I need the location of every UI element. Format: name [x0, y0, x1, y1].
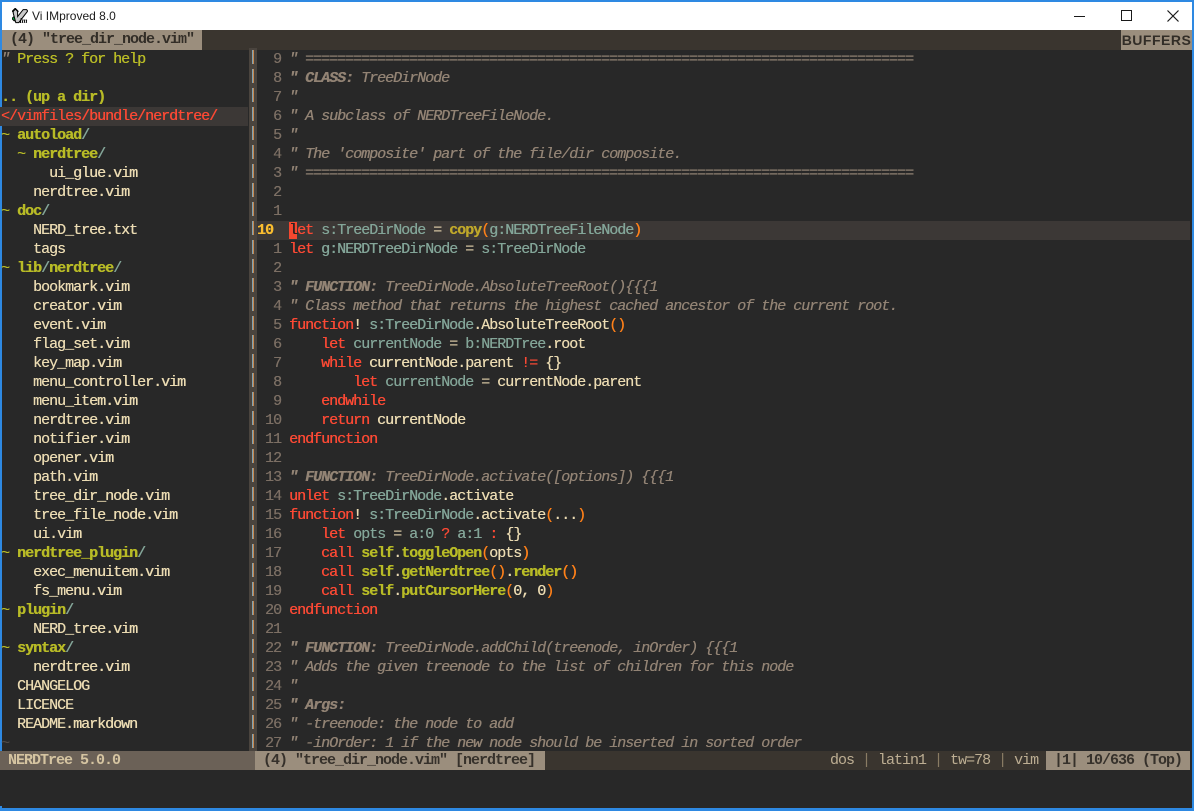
- svg-text:im: im: [20, 16, 28, 24]
